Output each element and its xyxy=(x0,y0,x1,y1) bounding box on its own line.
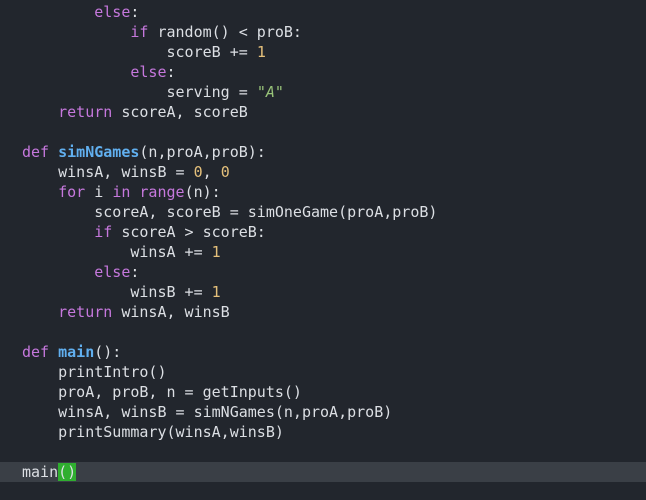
code-token-kw: for xyxy=(58,183,86,201)
code-line[interactable]: winsA, winsB = 0, 0 xyxy=(22,162,646,182)
code-line[interactable]: for i in range(n): xyxy=(22,182,646,202)
code-token-id: winsA, winsB = xyxy=(58,163,194,181)
code-line[interactable]: printSummary(winsA,winsB) xyxy=(22,422,646,442)
code-token-fn: simNGames xyxy=(58,143,140,161)
code-line[interactable]: return winsA, winsB xyxy=(22,302,646,322)
code-line[interactable]: def main(): xyxy=(22,342,646,362)
code-token-id: winsB += xyxy=(130,283,212,301)
code-token-id: serving = xyxy=(166,83,257,101)
code-token-id: winsA, winsB = simNGames(n,proA,proB) xyxy=(58,403,393,421)
code-token-id: , xyxy=(202,163,221,181)
code-line[interactable]: printIntro() xyxy=(22,362,646,382)
code-token-op: : xyxy=(166,63,176,81)
code-token-id: i xyxy=(85,183,113,201)
code-token-str: "A" xyxy=(256,83,284,101)
code-token-kw: return xyxy=(58,303,113,321)
code-token-bracket-match: () xyxy=(58,463,77,481)
code-token-kw: else xyxy=(130,63,167,81)
code-token-id xyxy=(49,343,58,361)
code-line[interactable]: if random() < proB: xyxy=(22,22,646,42)
code-token-kw: range xyxy=(139,183,185,201)
code-token-kw: in xyxy=(112,183,131,201)
code-token-id: winsA, winsB xyxy=(112,303,230,321)
code-line[interactable] xyxy=(22,322,646,342)
code-token-kw: def xyxy=(22,343,50,361)
code-token-num: 1 xyxy=(211,243,221,261)
code-line[interactable] xyxy=(22,122,646,142)
code-line[interactable]: winsB += 1 xyxy=(22,282,646,302)
code-token-id: (): xyxy=(94,343,122,361)
code-line[interactable]: scoreA, scoreB = simOneGame(proA,proB) xyxy=(22,202,646,222)
code-token-id: printSummary(winsA,winsB) xyxy=(58,423,284,441)
code-line[interactable]: def simNGames(n,proA,proB): xyxy=(22,142,646,162)
code-token-op: : xyxy=(130,263,140,281)
code-line[interactable]: scoreB += 1 xyxy=(22,42,646,62)
code-token-kw: if xyxy=(94,223,113,241)
code-token-id: winsA += xyxy=(130,243,212,261)
code-line[interactable]: else: xyxy=(22,62,646,82)
code-line[interactable] xyxy=(22,442,646,462)
code-lines[interactable]: else: if random() < proB: scoreB += 1 el… xyxy=(0,2,646,482)
code-token-fn: main xyxy=(58,343,95,361)
code-line[interactable]: winsA += 1 xyxy=(22,242,646,262)
code-token-num: 1 xyxy=(211,283,221,301)
code-token-id: random() < proB: xyxy=(148,23,302,41)
code-line[interactable]: winsA, winsB = simNGames(n,proA,proB) xyxy=(22,402,646,422)
code-token-kw: else xyxy=(94,3,131,21)
code-token-id: scoreA, scoreB xyxy=(112,103,248,121)
code-token-num: 0 xyxy=(220,163,230,181)
code-token-num: 0 xyxy=(193,163,203,181)
code-token-id: scoreA, scoreB = simOneGame(proA,proB) xyxy=(94,203,438,221)
code-token-id: printIntro() xyxy=(58,363,167,381)
code-token-kw: else xyxy=(94,263,131,281)
code-token-id: (n,proA,proB): xyxy=(139,143,266,161)
code-line[interactable]: return scoreA, scoreB xyxy=(22,102,646,122)
code-token-id: (n): xyxy=(184,183,221,201)
code-token-id: scoreB += xyxy=(166,43,257,61)
code-editor[interactable]: else: if random() < proB: scoreB += 1 el… xyxy=(0,0,646,500)
code-line[interactable]: proA, proB, n = getInputs() xyxy=(22,382,646,402)
code-line[interactable]: if scoreA > scoreB: xyxy=(22,222,646,242)
code-token-id: main xyxy=(22,463,59,481)
code-line[interactable]: else: xyxy=(22,262,646,282)
code-token-op: : xyxy=(130,3,140,21)
code-token-id: scoreA > scoreB: xyxy=(112,223,266,241)
code-token-id: proA, proB, n = getInputs() xyxy=(58,383,302,401)
code-token-num: 1 xyxy=(256,43,266,61)
code-token-kw: if xyxy=(130,23,149,41)
code-line-current[interactable]: main() xyxy=(0,462,646,482)
code-line[interactable]: else: xyxy=(22,2,646,22)
code-line[interactable]: serving = "A" xyxy=(22,82,646,102)
code-token-kw: def xyxy=(22,143,50,161)
code-token-kw: return xyxy=(58,103,113,121)
code-token-id xyxy=(49,143,58,161)
